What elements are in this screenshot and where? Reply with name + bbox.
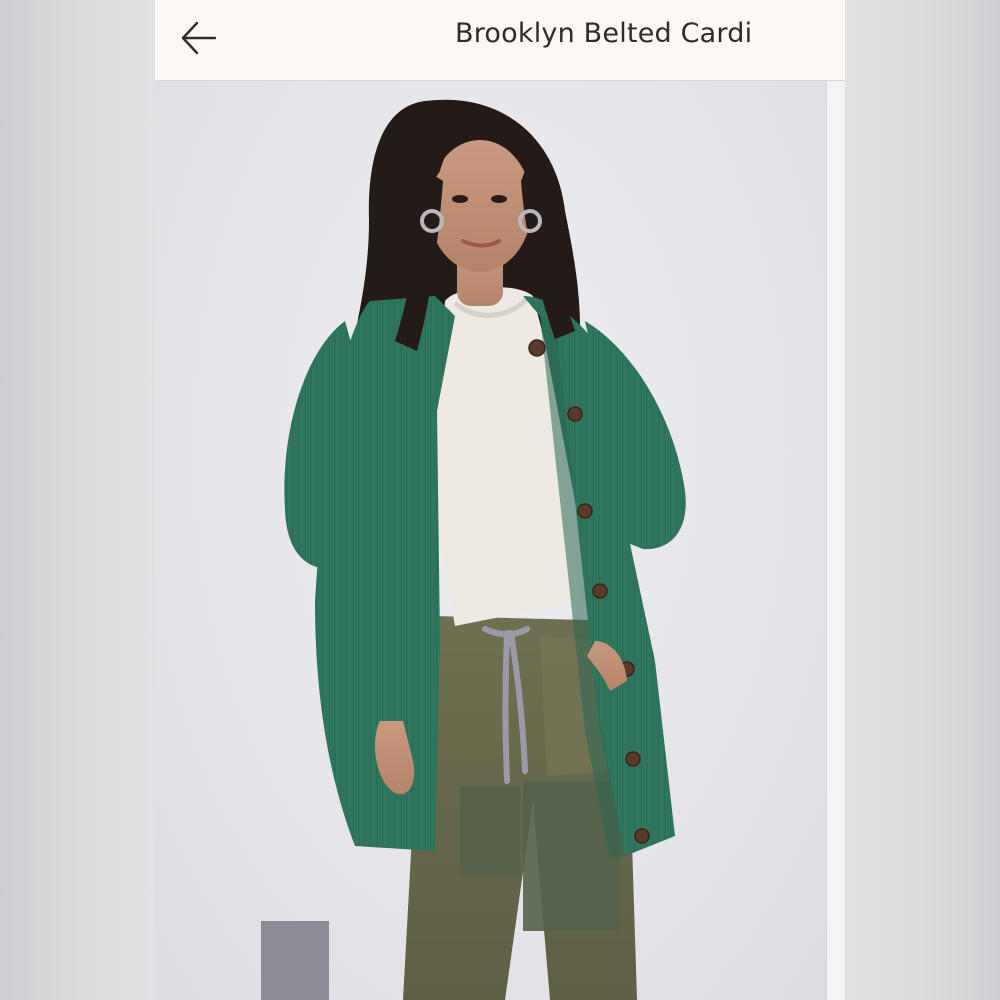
product-photo[interactable] bbox=[155, 81, 826, 1000]
scroll-edge bbox=[826, 81, 845, 1000]
top-navigation-bar: Brooklyn Belted Cardi bbox=[155, 0, 845, 81]
arrow-left-icon bbox=[181, 21, 217, 55]
screenshot-canvas: Brooklyn Belted Cardi bbox=[0, 0, 1000, 1000]
app-screen: Brooklyn Belted Cardi bbox=[155, 0, 845, 1000]
back-button[interactable] bbox=[175, 14, 223, 62]
page-title: Brooklyn Belted Cardi bbox=[455, 18, 753, 49]
model-illustration bbox=[261, 99, 686, 1000]
